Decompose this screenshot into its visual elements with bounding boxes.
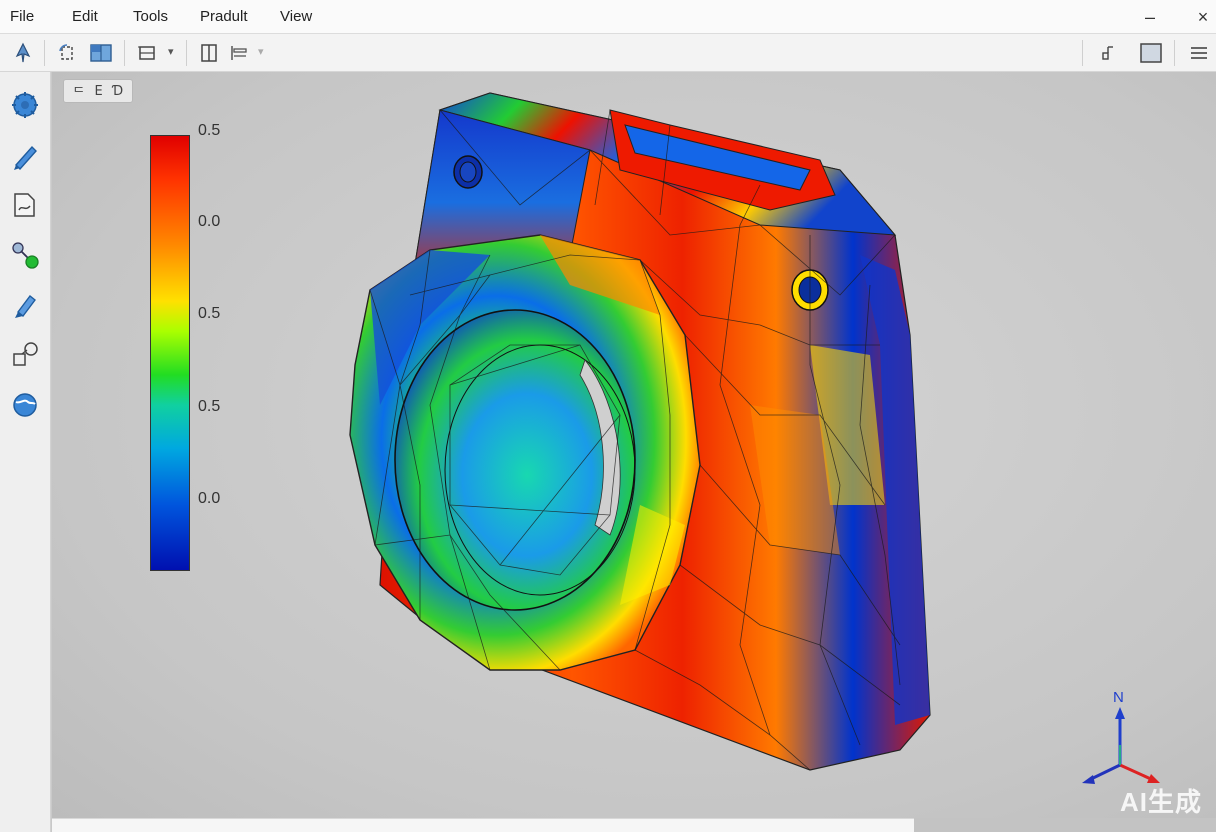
toolbar-separator	[1174, 40, 1175, 66]
view-mode-wireframe[interactable]: Ɗ	[112, 84, 123, 99]
toolbar-separator	[124, 40, 125, 66]
section-icon[interactable]	[226, 40, 252, 66]
axis-triad: N	[1082, 689, 1160, 784]
menu-file[interactable]: File	[10, 8, 34, 25]
gear-icon[interactable]	[8, 88, 42, 122]
panel-icon[interactable]	[1138, 40, 1164, 66]
document-icon[interactable]	[8, 188, 42, 222]
section-dropdown-caret[interactable]: ▾	[258, 45, 264, 58]
pin-icon[interactable]	[1096, 40, 1122, 66]
probe-icon[interactable]	[8, 238, 42, 272]
triad-x-axis	[1119, 763, 1154, 782]
fit-view-icon[interactable]	[134, 40, 160, 66]
fea-stress-model[interactable]	[340, 85, 940, 775]
globe-icon[interactable]	[8, 388, 42, 422]
toolbar-separator	[44, 40, 45, 66]
toolbar: ▾ ▾	[0, 34, 1216, 72]
triad-y-axis	[1088, 763, 1121, 782]
menu-view[interactable]: View	[280, 8, 312, 25]
status-bar-filler	[914, 818, 1216, 832]
close-button[interactable]: ×	[1190, 6, 1216, 28]
view-mode-shaded[interactable]: ᄃ	[73, 82, 85, 101]
menu-bar: File Edit Tools Pradult View – ×	[0, 0, 1216, 34]
view-cube-icon[interactable]	[88, 40, 114, 66]
transform-icon[interactable]	[8, 338, 42, 372]
tool-sidebar	[0, 72, 51, 832]
brush-icon[interactable]	[8, 288, 42, 322]
triad-north-label: N	[1113, 689, 1124, 706]
menu-tools[interactable]: Tools	[133, 8, 168, 25]
select-arrow-icon[interactable]	[10, 40, 36, 66]
legend-tick-label: 0.5	[198, 122, 221, 139]
status-bar	[52, 818, 914, 832]
hamburger-menu-icon[interactable]	[1186, 40, 1212, 66]
menu-product[interactable]: Pradult	[200, 8, 248, 25]
toolbar-separator	[186, 40, 187, 66]
rotate-icon[interactable]	[54, 40, 80, 66]
split-view-icon[interactable]	[196, 40, 222, 66]
view-mode-edges[interactable]: E	[95, 84, 103, 99]
toolbar-separator	[1082, 40, 1083, 66]
view-mode-selector: ᄃ E Ɗ	[63, 79, 133, 103]
legend-tick-label: 0.5	[198, 398, 221, 415]
contour-color-legend	[150, 135, 190, 571]
legend-tick-label: 0.0	[198, 213, 221, 230]
watermark-text: AI生成	[1120, 787, 1203, 817]
minimize-button[interactable]: –	[1137, 6, 1163, 28]
menu-edit[interactable]: Edit	[72, 8, 98, 25]
legend-tick-label: 0.0	[198, 490, 221, 507]
legend-tick-label: 0.5	[198, 305, 221, 322]
fit-view-dropdown-caret[interactable]: ▾	[168, 45, 174, 58]
pen-icon[interactable]	[8, 138, 42, 172]
